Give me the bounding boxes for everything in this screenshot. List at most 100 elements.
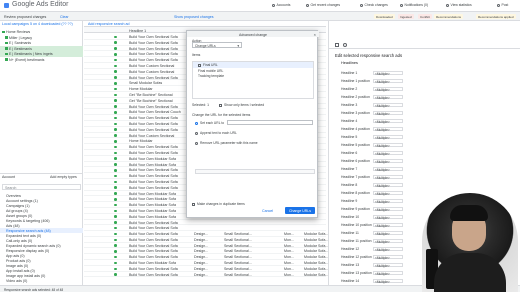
item-checkbox[interactable] [198, 63, 201, 67]
notifications-button[interactable]: Notifications (0) [400, 3, 428, 7]
check-changes-button[interactable]: Check changes [360, 3, 388, 7]
headline-field-input[interactable]: <Multiple> [373, 150, 403, 156]
google-ads-logo-icon [4, 3, 9, 8]
headline-field-label: Headline 8 [341, 183, 358, 187]
headline-field-input[interactable]: <Multiple> [373, 126, 403, 132]
cell: Small Sectional... [224, 249, 252, 254]
headline-field-input[interactable]: <Multiple> [373, 182, 403, 188]
cell: Mon... [284, 261, 294, 266]
status-dot-icon [114, 76, 117, 79]
headlines-heading: Headlines [341, 61, 358, 65]
headline-cell: Build Your Own Sectional Sofa [129, 58, 178, 63]
close-icon[interactable]: × [314, 32, 316, 37]
action-select[interactable]: Change URLs ▾ [192, 42, 242, 48]
headline-field-input[interactable]: <Multiple> [373, 174, 403, 180]
list-item[interactable]: Tracking template [193, 73, 313, 79]
headline-field-input[interactable]: <Multiple> [373, 134, 403, 140]
headline-field-input[interactable]: <Multiple> [373, 238, 403, 244]
headline-cell: Build Your Own Sectional Sofa [129, 104, 178, 109]
headline-field-input[interactable]: <Multiple> [373, 158, 403, 164]
view-statistics-button[interactable]: View statistics [446, 3, 472, 7]
param-name-input[interactable] [195, 169, 315, 174]
add-responsive-search-ad-button[interactable]: Add responsive search ad [88, 22, 130, 26]
section-label: Account [2, 175, 15, 179]
headline-field-input[interactable]: <Multiple> [373, 230, 403, 236]
headline-field-input[interactable]: <Multiple> [373, 94, 403, 100]
headline-field-input[interactable]: <Multiple> [373, 118, 403, 124]
table-row[interactable]: Build Your Own Sectional Sofa Design... Sm… [84, 272, 328, 278]
show-only-checkbox[interactable] [219, 103, 222, 107]
conflict-badge: Conflict [418, 14, 433, 19]
headline-field-input[interactable]: <Multiple> [373, 78, 403, 84]
headline-field-label: Headline 5 [341, 135, 358, 139]
status-dot-icon [114, 70, 117, 73]
clear-link[interactable]: Clear [60, 15, 69, 19]
items-label: Items [192, 53, 201, 57]
headline-field-input[interactable]: <Multiple> [373, 222, 403, 228]
add-empty-types-link[interactable]: Add empty types [50, 175, 77, 179]
headline-field-input[interactable]: <Multiple> [373, 254, 403, 260]
cell: Mon... [284, 255, 294, 260]
headline-field-input[interactable]: <Multiple> [373, 102, 403, 108]
headline-field-input[interactable]: <Multiple> [373, 198, 403, 204]
status-dot-icon [114, 64, 117, 68]
headline-field-input[interactable]: <Multiple> [373, 278, 403, 284]
items-list: Final URL Final mobile URL Tracking temp… [192, 61, 314, 99]
option-remove-param[interactable]: Remove URL parameter with this name [195, 141, 258, 145]
duplicate-checkbox[interactable] [192, 202, 195, 206]
accounts-button[interactable]: Accounts [272, 3, 290, 7]
headline-field-input[interactable]: <Multiple> [373, 214, 403, 220]
url-input[interactable] [227, 120, 313, 125]
option-append-text[interactable]: Append text to each URL [195, 131, 237, 135]
status-dot-icon [114, 35, 117, 39]
nav-item[interactable]: Video ads (0) [0, 278, 83, 283]
headline-field-input[interactable]: <Multiple> [373, 86, 403, 92]
headline-field-input[interactable]: <Multiple> [373, 262, 403, 268]
review-proposed-changes-link[interactable]: Review proposed changes [4, 15, 46, 19]
headline-field-label: Headline 3 position [341, 111, 370, 115]
tree-item[interactable]: N+ (Event) bestimanis [0, 57, 83, 63]
get-recent-changes-button[interactable]: Get recent changes [306, 3, 340, 7]
option-set-url[interactable]: Set each URL to [195, 121, 224, 125]
radio-icon[interactable] [195, 131, 198, 135]
headline-cell: Build Your Custom Sectional [129, 69, 175, 74]
cell: Modular Sofa... [304, 249, 329, 254]
headline-field-input[interactable]: <Multiple> [373, 166, 403, 172]
headline-field-input[interactable]: <Multiple> [373, 70, 403, 76]
post-button[interactable]: Post [497, 3, 508, 7]
headline-field-input[interactable]: <Multiple> [373, 190, 403, 196]
column-header-headline1[interactable]: Headline 1 [129, 29, 146, 33]
cancel-button[interactable]: Cancel [262, 209, 273, 213]
headline-field-input[interactable]: <Multiple> [373, 142, 403, 148]
cell: Modular Sofa... [304, 266, 329, 271]
headline-field-input[interactable]: <Multiple> [373, 110, 403, 116]
settings-icon[interactable] [343, 43, 347, 47]
headline-cell: Build Your Own Sectional Sofa [129, 232, 178, 237]
radio-icon[interactable] [195, 121, 198, 125]
headline-field-label: Headline 5 position [341, 143, 370, 147]
headline-field-label: Headline 6 [341, 151, 358, 155]
headline-field-input[interactable]: <Multiple> [373, 270, 403, 276]
item-label: Final mobile URL [198, 68, 224, 73]
tree-item-label: Miller | Legacy [9, 35, 33, 40]
status-dot-icon [114, 221, 117, 224]
cell: Mon... [284, 243, 294, 248]
view-statistics-label: View statistics [450, 3, 472, 7]
status-dot-icon [114, 87, 117, 91]
headline-field-label: Headline 1 [341, 71, 358, 75]
radio-icon[interactable] [195, 141, 198, 145]
status-dot-icon [114, 244, 117, 247]
dialog-title: Advanced change × [187, 31, 319, 37]
duplicate-items-toggle[interactable]: Make changes in duplicate items [192, 202, 245, 206]
change-urls-button[interactable]: Change URLs [285, 207, 315, 214]
proposed-changes-bar: Review proposed changes Clear Show propo… [0, 12, 520, 21]
panel-toggle-icon[interactable] [335, 43, 339, 47]
headline-field-input[interactable]: <Multiple> [373, 206, 403, 212]
show-only-selected-toggle[interactable]: Show only items I selected [219, 103, 264, 107]
headline-field-input[interactable]: <Multiple> [373, 246, 403, 252]
status-dot-icon [114, 93, 117, 97]
headline-field-label: Headline 9 position [341, 207, 370, 211]
show-proposed-changes-link[interactable]: Show proposed changes [174, 15, 214, 19]
headline-cell: Build Your Own Modular Sofa [129, 214, 176, 219]
types-search-input[interactable]: Search [2, 184, 81, 190]
